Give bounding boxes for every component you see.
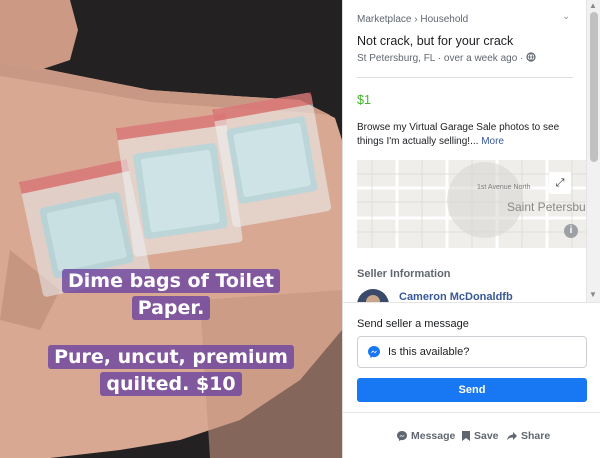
save-button[interactable]: Save <box>461 430 499 442</box>
avatar[interactable] <box>357 289 389 302</box>
photo-caption-line-2: Pure, uncut, premium quilted. $10 <box>0 344 342 398</box>
message-input[interactable]: Is this available? <box>357 336 587 368</box>
message-seller-section: Send seller a message Is this available?… <box>343 302 600 412</box>
seller-info-heading: Seller Information <box>357 268 451 280</box>
photo-caption-line-1: Dime bags of Toilet Paper. <box>0 268 342 322</box>
listing-location: St Petersburg, FL · over a week ago · <box>357 53 524 64</box>
expand-icon[interactable]: ⤢ <box>549 172 571 194</box>
caption-text-3: Pure, uncut, premium <box>48 345 294 369</box>
messenger-icon <box>368 346 380 358</box>
listing-scroll-area[interactable]: Marketplace › Household ⌄ Not crack, but… <box>343 0 587 302</box>
send-button[interactable]: Send <box>357 378 587 402</box>
map-city-label: Saint Petersbu <box>507 200 586 214</box>
description-text: Browse my Virtual Garage Sale photos to … <box>357 122 560 147</box>
scroll-up-icon[interactable]: ▲ <box>589 1 597 10</box>
share-button-label: Share <box>521 430 551 442</box>
listing-photo[interactable]: Dime bags of Toilet Paper. Pure, uncut, … <box>0 0 342 458</box>
breadcrumb[interactable]: Marketplace › Household <box>357 14 468 25</box>
listing-price: $1 <box>357 93 371 107</box>
message-input-value: Is this available? <box>388 346 470 358</box>
caption-text-2: Paper. <box>131 296 211 320</box>
scrollbar[interactable]: ▲ ▼ <box>586 0 600 302</box>
save-button-label: Save <box>474 430 499 442</box>
caption-text-4: quilted. $10 <box>100 372 242 396</box>
message-section-label: Send seller a message <box>357 318 469 330</box>
location-map[interactable]: 1st Avenue North Saint Petersbu ⤢ i <box>357 160 587 248</box>
listing-title: Not crack, but for your crack <box>357 34 514 48</box>
chevron-down-icon[interactable]: ⌄ <box>562 11 570 22</box>
info-icon[interactable]: i <box>564 224 578 238</box>
baggie-3 <box>212 92 332 228</box>
globe-icon <box>526 52 536 62</box>
listing-meta: St Petersburg, FL · over a week ago · <box>357 52 536 64</box>
map-street-label: 1st Avenue North <box>477 184 531 191</box>
more-link[interactable]: More <box>481 136 504 147</box>
bookmark-icon <box>462 431 470 441</box>
share-arrow-icon <box>507 432 517 441</box>
message-button[interactable]: Message <box>396 430 455 442</box>
listing-actions-bar: Message Save Share <box>343 412 600 458</box>
scrollbar-thumb[interactable] <box>590 12 598 162</box>
listing-details-panel: Marketplace › Household ⌄ Not crack, but… <box>342 0 600 458</box>
caption-text-1: Dime bags of Toilet <box>62 269 280 293</box>
seller-name-link[interactable]: Cameron McDonaldfb <box>399 291 513 302</box>
divider <box>357 77 573 78</box>
scroll-down-icon[interactable]: ▼ <box>589 290 597 299</box>
chat-bubble-icon <box>397 431 407 441</box>
share-button[interactable]: Share <box>506 430 550 442</box>
listing-description: Browse my Virtual Garage Sale photos to … <box>357 121 577 149</box>
message-button-label: Message <box>411 430 456 442</box>
